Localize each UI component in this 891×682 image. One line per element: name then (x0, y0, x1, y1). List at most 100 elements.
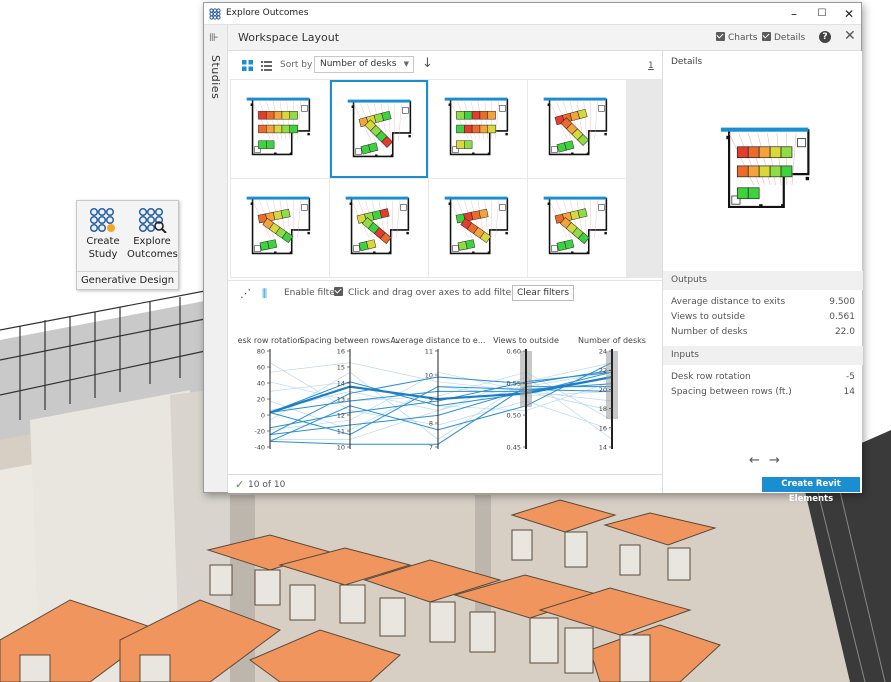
axis-tick-label: -20 (254, 428, 265, 436)
inputs-label: Desk row rotation (671, 372, 751, 382)
outcome-thumbnail[interactable] (231, 80, 329, 178)
details-toggle[interactable]: Details (762, 32, 805, 43)
axis-tick-label: 20 (599, 386, 607, 394)
outcome-thumbnail[interactable] (231, 179, 329, 277)
outputs-label: Number of desks (671, 327, 748, 337)
sort-select-value: Number of desks (320, 59, 397, 69)
explore-outcomes-icon (138, 207, 167, 233)
studies-tab[interactable]: Studies (209, 55, 222, 99)
axis-tick-label: 16 (599, 424, 607, 432)
axis-tick-label: 0 (261, 412, 265, 420)
collapse-sidebar-icon[interactable]: ⊪ (209, 31, 219, 44)
outputs-row: Number of desks 22.0 (671, 327, 855, 337)
studies-sidebar: ⊪ Studies (204, 25, 228, 492)
floor-plan-icon (444, 196, 509, 255)
axis-tick-label: 18 (599, 405, 607, 413)
details-checkbox[interactable] (762, 32, 771, 41)
create-study-label: Create Study (86, 236, 120, 260)
list-view-icon[interactable] (261, 60, 272, 71)
floor-plan-icon (246, 97, 311, 156)
parallel-coordinates-chart[interactable]: esk row rotation 80 60 40 20 0 -20 -40 Spacing b… (230, 331, 660, 461)
floor-plan-icon (347, 99, 412, 158)
outcome-thumbnail[interactable] (429, 179, 527, 277)
next-outcome-icon[interactable]: → (769, 453, 780, 468)
axis-label: Spacing between rows ... (300, 336, 400, 345)
page-number-link[interactable]: 1 (648, 61, 654, 71)
sort-select[interactable]: Number of desks ▼ (314, 56, 414, 73)
details-panel: Details Outputs Inputs ← → Create Revit … (662, 51, 863, 504)
floor-plan-icon (543, 196, 608, 255)
create-study-button[interactable]: Create Study (81, 207, 125, 261)
axis-label: esk row rotation (238, 336, 303, 345)
charts-label: Charts (728, 33, 758, 43)
axis-tick-label: 0.55 (507, 380, 521, 388)
axis-tick-label: 0.45 (507, 444, 521, 452)
floor-plan-icon (543, 97, 608, 156)
explore-outcomes-window: Explore Outcomes – ☐ ✕ ⊪ Studies Workspa… (203, 2, 863, 504)
outcome-thumbnail[interactable] (429, 80, 527, 178)
charts-checkbox[interactable] (716, 32, 725, 41)
details-title: Details (671, 57, 703, 67)
selected-outcome-preview (720, 127, 810, 209)
outcome-thumbnail[interactable] (528, 80, 626, 178)
clear-filters-button[interactable]: Clear filters (512, 285, 574, 301)
axis-tick-label: -40 (254, 444, 265, 452)
help-icon[interactable]: ? (819, 31, 831, 43)
outcomes-grid (230, 79, 663, 278)
close-study-icon[interactable]: ✕ (844, 28, 856, 44)
charts-toggle[interactable]: Charts (716, 32, 757, 43)
outcome-thumbnail[interactable] (528, 179, 626, 277)
create-revit-elements-button[interactable]: Create Revit Elements (762, 477, 860, 504)
axis-tick-label: 40 (257, 380, 265, 388)
axis-tick-label: 7 (429, 444, 433, 452)
axis-label: Average distance to e... (391, 336, 486, 345)
axis-tick-label: 10 (425, 372, 433, 380)
floor-plan-icon (444, 97, 509, 156)
axis-tick-label: 14 (599, 444, 607, 452)
close-window-button[interactable]: ✕ (835, 4, 863, 24)
explore-outcomes-button[interactable]: Explore Outcomes (127, 207, 178, 261)
axis-tick-label: 11 (425, 348, 433, 356)
axis-tick-label: 10 (337, 444, 345, 452)
axis-tick-label: 9 (429, 396, 433, 404)
axis-tick-label: 22 (599, 367, 607, 375)
enable-filters-checkbox[interactable] (334, 287, 346, 298)
maximize-button[interactable]: ☐ (808, 4, 836, 24)
title-bar[interactable]: Explore Outcomes – ☐ ✕ (204, 3, 861, 25)
axis-tick-label: 15 (337, 364, 345, 372)
outcome-thumbnail[interactable] (330, 179, 428, 277)
previous-outcome-icon[interactable]: ← (749, 453, 760, 468)
study-title: Workspace Layout (238, 31, 340, 44)
grid-view-icon[interactable] (242, 60, 253, 71)
scatter-chart-icon[interactable]: ⋰ (240, 287, 251, 300)
inputs-row: Spacing between rows (ft.) 14 (671, 387, 855, 397)
outcome-thumbnail[interactable] (330, 80, 428, 178)
axis-tick-label: 11 (337, 428, 345, 436)
axis-tick-label: 20 (257, 396, 265, 404)
outcomes-toolbar: Sort by Number of desks ▼ ↓ 1 (228, 51, 662, 79)
axis-tick-label: 14 (337, 380, 345, 388)
minimize-button[interactable]: – (780, 4, 808, 24)
filters-hint: Click and drag over axes to add filters (348, 288, 520, 298)
outcome-line (269, 362, 613, 440)
outputs-value: 9.500 (829, 297, 855, 307)
axis-tick-label: 12 (337, 412, 345, 420)
axis-tick-label: 80 (257, 348, 265, 356)
axis-tick-label: 24 (599, 348, 607, 356)
outcome-count: 10 of 10 (248, 480, 286, 490)
chevron-down-icon: ▼ (403, 60, 409, 68)
inputs-header: Inputs (663, 346, 863, 365)
sort-direction-icon[interactable]: ↓ (422, 56, 433, 71)
check-icon: ✓ (235, 478, 245, 491)
inputs-value: -5 (846, 372, 855, 382)
outputs-label: Average distance to exits (671, 297, 786, 307)
axis-tick-label: 16 (337, 348, 345, 356)
create-study-icon (89, 207, 115, 233)
parallel-coordinates-icon[interactable]: ⫼ (262, 287, 267, 301)
axis-tick-label: 60 (257, 364, 265, 372)
window-title: Explore Outcomes (226, 8, 309, 18)
ribbon-panel-label: Generative Design (77, 271, 178, 286)
axis-tick-label: 0.50 (507, 412, 521, 420)
generative-design-ribbon-panel: Create Study Explore Outcomes Generative… (76, 200, 179, 290)
outputs-row: Views to outside 0.561 (671, 312, 855, 322)
